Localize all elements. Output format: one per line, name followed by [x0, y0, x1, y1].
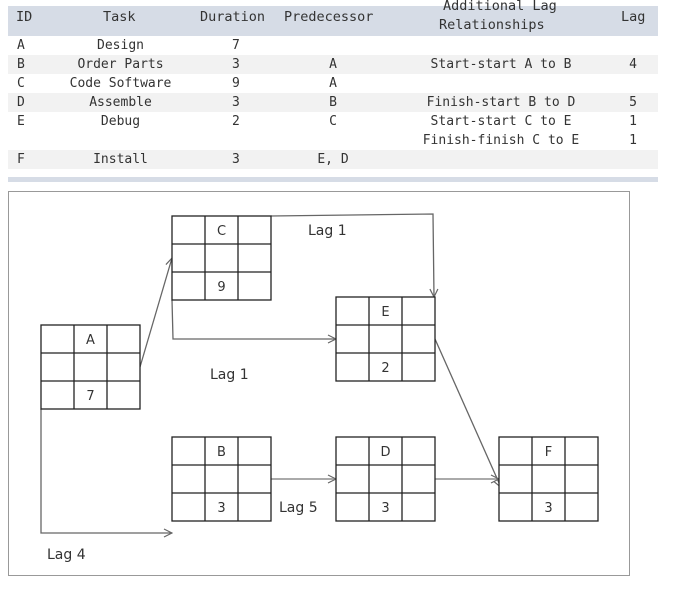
node-id-label: B [217, 445, 226, 460]
table-row: A Design 7 [17, 38, 240, 53]
network-diagram: A7B3C9D3E2F3 Lag 4 Lag 1 Lag 1 Lag 5 [8, 191, 630, 576]
lag-label: Lag 5 [279, 500, 318, 516]
table-row: B Order Parts 3 A Start-start A to B 4 [8, 55, 658, 74]
edge-a-b [40, 409, 172, 533]
lag-label: Lag 1 [308, 223, 347, 239]
edge-c-e [171, 299, 336, 339]
header-predecessor: Predecessor [284, 9, 374, 25]
node-b: B3 [171, 436, 272, 522]
node-a: A7 [40, 324, 141, 410]
node-id-label: F [545, 445, 552, 460]
node-duration-label: 3 [544, 501, 552, 516]
table-row: D Assemble 3 B Finish-start B to D 5 [8, 93, 658, 112]
table-row: C Code Software 9 A [17, 76, 337, 91]
node-e: E2 [335, 296, 436, 382]
header-id: ID [16, 9, 33, 25]
lag-label: Lag 1 [210, 367, 249, 383]
node-d: D3 [335, 436, 436, 522]
table-bottom-bar [8, 177, 658, 182]
node-id-label: A [86, 333, 95, 348]
edge-a-c [139, 258, 172, 368]
table-row: Finish-finish C to E 1 [422, 133, 637, 148]
header-duration: Duration [200, 9, 266, 25]
header-relationships-line2: Relationships [439, 17, 545, 33]
table-header: ID Task Duration Predecessor Additional … [8, 0, 658, 36]
node-duration-label: 2 [381, 361, 389, 376]
node-duration-label: 3 [217, 501, 225, 516]
node-duration-label: 7 [86, 389, 94, 404]
edge-e-f [434, 338, 501, 487]
lag-label: Lag 4 [47, 547, 86, 563]
node-c: C9 [171, 215, 272, 301]
node-id-label: D [380, 445, 390, 460]
table-row: F Install 3 E, D [8, 150, 658, 169]
node-duration-label: 9 [217, 280, 225, 295]
node-f: F3 [498, 436, 599, 522]
node-id-label: E [381, 305, 389, 320]
table-row: E Debug 2 C Start-start C to E 1 [17, 114, 637, 129]
edge-c-e [270, 213, 434, 297]
header-task: Task [103, 9, 136, 25]
header-relationships-line1: Additional Lag [443, 0, 557, 14]
network-diagram-canvas: A7B3C9D3E2F3 Lag 4Lag 1Lag 1Lag 5 [40, 213, 599, 563]
header-lag: Lag [621, 9, 646, 25]
node-duration-label: 3 [381, 501, 389, 516]
node-id-label: C [217, 224, 226, 239]
